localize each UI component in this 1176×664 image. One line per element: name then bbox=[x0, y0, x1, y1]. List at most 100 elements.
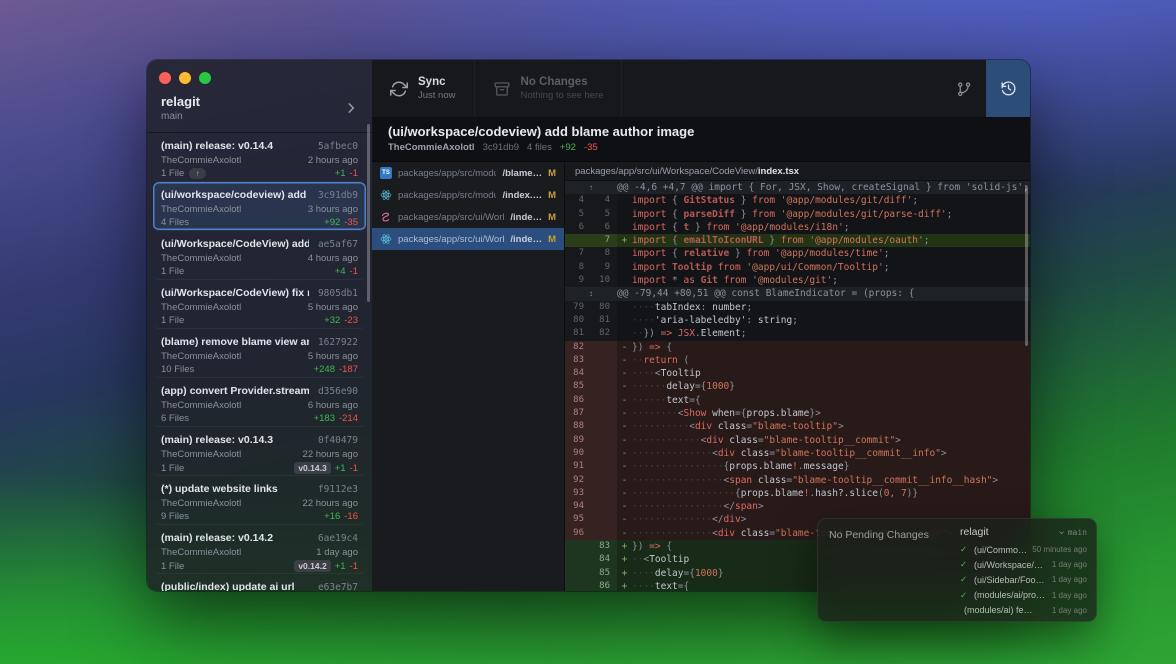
no-changes-button[interactable]: No Changes Nothing to see here bbox=[475, 60, 623, 117]
code-token: ={ bbox=[735, 408, 746, 419]
check-icon: ✓ bbox=[960, 620, 970, 622]
minimize-window-button[interactable] bbox=[179, 72, 191, 84]
commit-item-top: (public/index) update ai urle63e7b7 bbox=[161, 581, 358, 591]
popup-commit-item[interactable]: ✓(modules/ai) feat: ignor…1 day ago bbox=[960, 603, 1087, 618]
popup-commit-item[interactable]: ✓(README) …1 day ago bbox=[960, 618, 1087, 622]
file-status-modified: M bbox=[548, 212, 556, 223]
history-button[interactable] bbox=[986, 60, 1030, 117]
branches-button[interactable] bbox=[942, 60, 986, 117]
diff-sign bbox=[617, 194, 632, 207]
repo-switcher[interactable]: relagit main bbox=[147, 90, 372, 132]
popup-commit-item[interactable]: ✓(ui/Workspace/Hea…1 day ago bbox=[960, 557, 1087, 572]
code-token: '@app/ui/Common/Tooltip' bbox=[746, 262, 883, 273]
no-pending-changes-label: No Pending Changes bbox=[829, 529, 948, 541]
popup-commit-time: 1 day ago bbox=[1052, 575, 1087, 584]
diff-sign: + bbox=[617, 553, 632, 566]
file-list-item[interactable]: packages/app/src/ui/Works… /inde…M bbox=[372, 228, 564, 250]
diff-line: 8081 ····'aria-labeledby': string; bbox=[565, 314, 1030, 327]
file-list-item[interactable]: TSpackages/app/src/module… /blame…M bbox=[372, 162, 564, 184]
new-line-number: 81 bbox=[591, 314, 617, 327]
diff-line-code: ····<Tooltip bbox=[632, 367, 1030, 380]
old-line-number: 8 bbox=[565, 261, 591, 274]
old-line-number: 81 bbox=[565, 327, 591, 340]
code-token: } bbox=[729, 381, 735, 392]
commit-item-deletions: -35 bbox=[344, 217, 358, 228]
commit-item[interactable]: (main) release: v0.14.30f40479TheCommieA… bbox=[153, 427, 366, 476]
diff-line-code: ················<span class="blame-toolt… bbox=[632, 474, 1030, 487]
code-token: , bbox=[889, 488, 900, 499]
code-token: Tooltip bbox=[661, 368, 701, 379]
code-token: '@app/modules/oauth' bbox=[809, 235, 923, 246]
diff-file-path: packages/app/src/ui/Workspace/CodeView/i… bbox=[565, 162, 1030, 181]
commit-item-author: TheCommieAxolotl bbox=[161, 155, 241, 166]
commit-item[interactable]: (main) release: v0.14.26ae19c4TheCommieA… bbox=[153, 525, 366, 574]
code-token: }) bbox=[632, 342, 649, 353]
popup-commit-list: ✓(ui/Common/T…50 minutes ago✓(ui/Workspa… bbox=[960, 542, 1087, 622]
diff-line: 91-················{props.blame!.message… bbox=[565, 460, 1030, 473]
diff-line-code: import { emailToIconURL } from '@app/mod… bbox=[632, 234, 1030, 247]
popup-branch-selector[interactable]: main bbox=[1058, 528, 1087, 537]
code-token: ; bbox=[912, 195, 918, 206]
diff-sign bbox=[617, 327, 632, 340]
commit-file-count: 4 files bbox=[527, 142, 552, 153]
commit-item[interactable]: (app) convert Provider.stream to As…d356… bbox=[153, 378, 366, 427]
code-token: Git bbox=[701, 275, 718, 286]
code-token: div bbox=[724, 514, 741, 525]
code-token: ·· bbox=[632, 554, 643, 565]
code-token: class bbox=[752, 475, 786, 486]
expand-up-down-icon[interactable]: ↕ bbox=[565, 287, 617, 300]
code-token: } bbox=[729, 248, 746, 259]
no-changes-labels: No Changes Nothing to see here bbox=[521, 76, 604, 101]
zoom-window-button[interactable] bbox=[199, 72, 211, 84]
commit-item-files: 4 Files bbox=[161, 217, 189, 228]
code-token: as bbox=[684, 275, 701, 286]
code-token: ······ bbox=[632, 381, 666, 392]
popup-commit-item[interactable]: ✓(ui/Common/T…50 minutes ago bbox=[960, 542, 1087, 557]
commit-item[interactable]: (ui/Workspace/CodeView) add size …ae5af6… bbox=[153, 231, 366, 280]
expand-up-icon[interactable]: ↑ bbox=[565, 181, 617, 194]
commit-item[interactable]: (ui/Workspace/CodeView) fix not s…9805db… bbox=[153, 280, 366, 329]
commit-item[interactable]: (*) update website linksf9112e3TheCommie… bbox=[153, 476, 366, 525]
diff-scrollbar[interactable] bbox=[1025, 186, 1028, 346]
react-icon bbox=[380, 189, 392, 201]
code-token: '@app/modules/i18n' bbox=[735, 222, 844, 233]
sidebar-scrollbar[interactable] bbox=[367, 124, 370, 302]
pending-changes-popup: No Pending Changes relagit main ✓(ui/Com… bbox=[817, 518, 1097, 622]
commit-item[interactable]: (ui/workspace/codeview) add blam…3c91db9… bbox=[153, 182, 366, 231]
commit-item-stats: +92-35 bbox=[324, 217, 358, 228]
diff-line-code: ····'aria-labeledby': string; bbox=[632, 314, 1030, 327]
check-icon: ✓ bbox=[960, 590, 970, 601]
commit-item[interactable]: (blame) remove blame view and ad…1627922… bbox=[153, 329, 366, 378]
popup-commit-item[interactable]: ✓(modules/ai/prompt…1 day ago bbox=[960, 588, 1087, 603]
commit-item[interactable]: (public/index) update ai urle63e7b7TheCo… bbox=[153, 574, 366, 591]
new-line-number bbox=[591, 527, 617, 540]
old-line-number: 80 bbox=[565, 314, 591, 327]
new-line-number: 10 bbox=[591, 274, 617, 287]
sync-button[interactable]: Sync Just now bbox=[372, 60, 475, 117]
code-token: import bbox=[632, 222, 672, 233]
old-line-number: 86 bbox=[565, 394, 591, 407]
diff-sign: - bbox=[617, 527, 632, 540]
code-token: tabIndex bbox=[655, 302, 701, 313]
commit-item[interactable]: (main) release: v0.14.45afbec0TheCommieA… bbox=[153, 133, 366, 182]
diff-sign: + bbox=[617, 540, 632, 553]
commit-item-time: 3 hours ago bbox=[308, 204, 358, 215]
code-token: ···· bbox=[632, 368, 655, 379]
file-list-item[interactable]: packages/app/src/ui/Work… /inde…M bbox=[372, 206, 564, 228]
code-token: * bbox=[672, 275, 683, 286]
close-window-button[interactable] bbox=[159, 72, 171, 84]
commit-item-deletions: -1 bbox=[350, 463, 358, 474]
file-list-item[interactable]: packages/app/src/module… /index.…M bbox=[372, 184, 564, 206]
commit-item-title: (*) update website links bbox=[161, 483, 278, 495]
diff-line: 82-}) => { bbox=[565, 341, 1030, 354]
code-token: > bbox=[941, 448, 947, 459]
popup-commit-item[interactable]: ✓(ui/Sidebar/Footer) …1 day ago bbox=[960, 572, 1087, 587]
new-line-number: 9 bbox=[591, 261, 617, 274]
commit-item-title: (main) release: v0.14.2 bbox=[161, 532, 273, 544]
commit-item-title: (app) convert Provider.stream to As… bbox=[161, 385, 309, 397]
code-token: ={ bbox=[678, 581, 689, 591]
diff-line: 93-··················{props.blame!.hash?… bbox=[565, 487, 1030, 500]
code-token: ; bbox=[947, 209, 953, 220]
popup-history-panel: relagit main ✓(ui/Common/T…50 minutes ag… bbox=[960, 518, 1097, 622]
repo-info: relagit main bbox=[161, 94, 200, 122]
